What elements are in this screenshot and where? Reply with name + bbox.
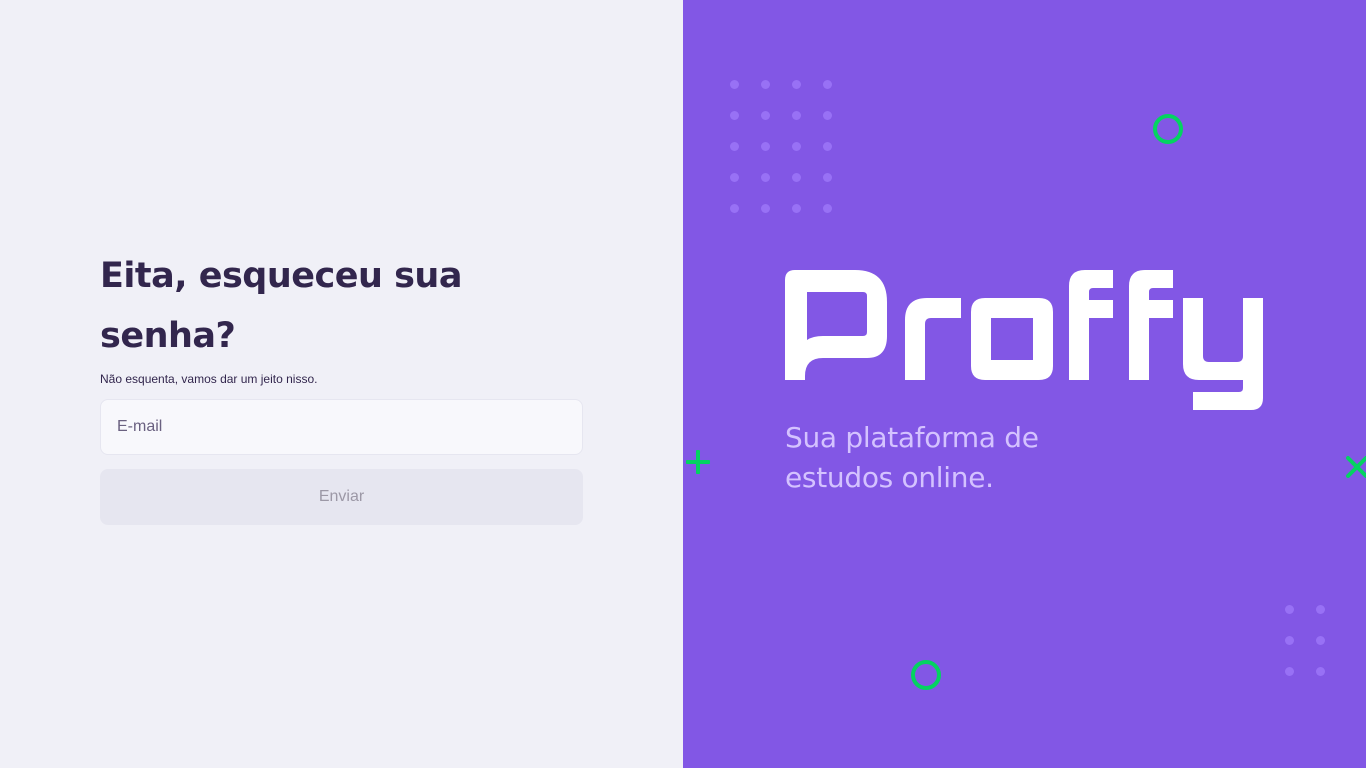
dot: [792, 142, 801, 151]
form-panel: Eita, esqueceu sua senha? Não esquenta, …: [0, 0, 683, 768]
dot: [823, 173, 832, 182]
plus-icon: [686, 450, 710, 474]
dot: [730, 173, 739, 182]
dot: [1285, 667, 1294, 676]
dot: [1285, 636, 1294, 645]
dot: [792, 204, 801, 213]
dot: [1316, 636, 1325, 645]
dot: [792, 80, 801, 89]
dot: [1316, 605, 1325, 614]
dot: [761, 142, 770, 151]
dot: [823, 204, 832, 213]
dot-grid-top: [730, 80, 832, 213]
ring-icon: [911, 660, 941, 690]
ring-icon: [1153, 114, 1183, 144]
dot: [823, 142, 832, 151]
email-input[interactable]: [100, 399, 583, 455]
dot: [1316, 667, 1325, 676]
brand-panel: Sua plataforma de estudos online.: [683, 0, 1366, 768]
dot: [730, 111, 739, 120]
forgot-password-page: Eita, esqueceu sua senha? Não esquenta, …: [0, 0, 1366, 768]
x-icon: [1346, 456, 1366, 478]
dot: [792, 173, 801, 182]
dot: [730, 80, 739, 89]
dot: [823, 80, 832, 89]
page-title: Eita, esqueceu sua senha?: [100, 256, 462, 356]
brand-tagline: Sua plataforma de estudos online.: [785, 421, 1039, 494]
forgot-password-form: Eita, esqueceu sua senha? Não esquenta, …: [100, 246, 583, 525]
proffy-logo: [785, 270, 1263, 410]
dot: [730, 204, 739, 213]
dot: [761, 173, 770, 182]
submit-button[interactable]: Enviar: [100, 469, 583, 525]
dot: [792, 111, 801, 120]
dot: [761, 111, 770, 120]
dot: [730, 142, 739, 151]
dot: [823, 111, 832, 120]
dot: [761, 80, 770, 89]
page-subtitle: Não esquenta, vamos dar um jeito nisso.: [100, 372, 318, 386]
dot: [761, 204, 770, 213]
dot-grid-bottom: [1285, 605, 1325, 676]
dot: [1285, 605, 1294, 614]
